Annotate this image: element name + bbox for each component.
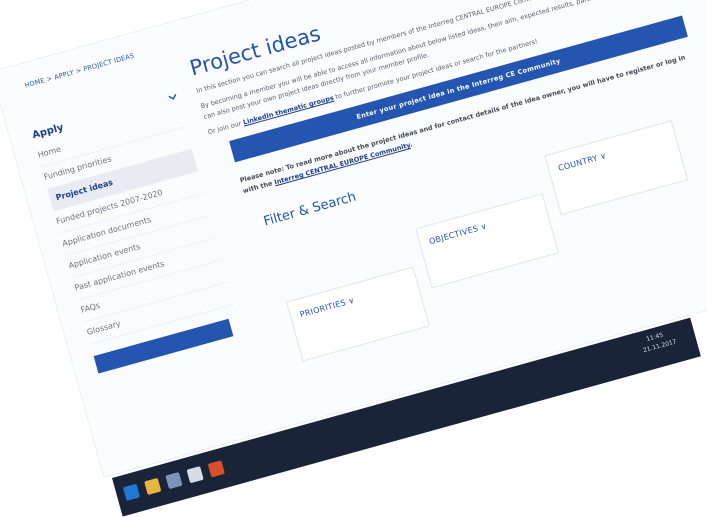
chevron-down-icon[interactable] (167, 91, 178, 102)
office-icon[interactable] (207, 460, 225, 478)
linkedin-prefix: Or join our (206, 119, 243, 137)
web-page: HOME > APPLY > PROJECT IDEAS f t in Appl… (0, 0, 707, 477)
main-content: Project ideas In this section you can se… (187, 0, 707, 238)
screen: HOME > APPLY > PROJECT IDEAS f t in Appl… (0, 0, 707, 517)
explorer-icon[interactable] (144, 477, 162, 496)
edge-icon[interactable] (122, 483, 141, 501)
app-icon[interactable] (165, 471, 183, 490)
breadcrumb[interactable]: HOME > APPLY > PROJECT IDEAS (24, 52, 135, 90)
store-icon[interactable] (186, 466, 204, 484)
